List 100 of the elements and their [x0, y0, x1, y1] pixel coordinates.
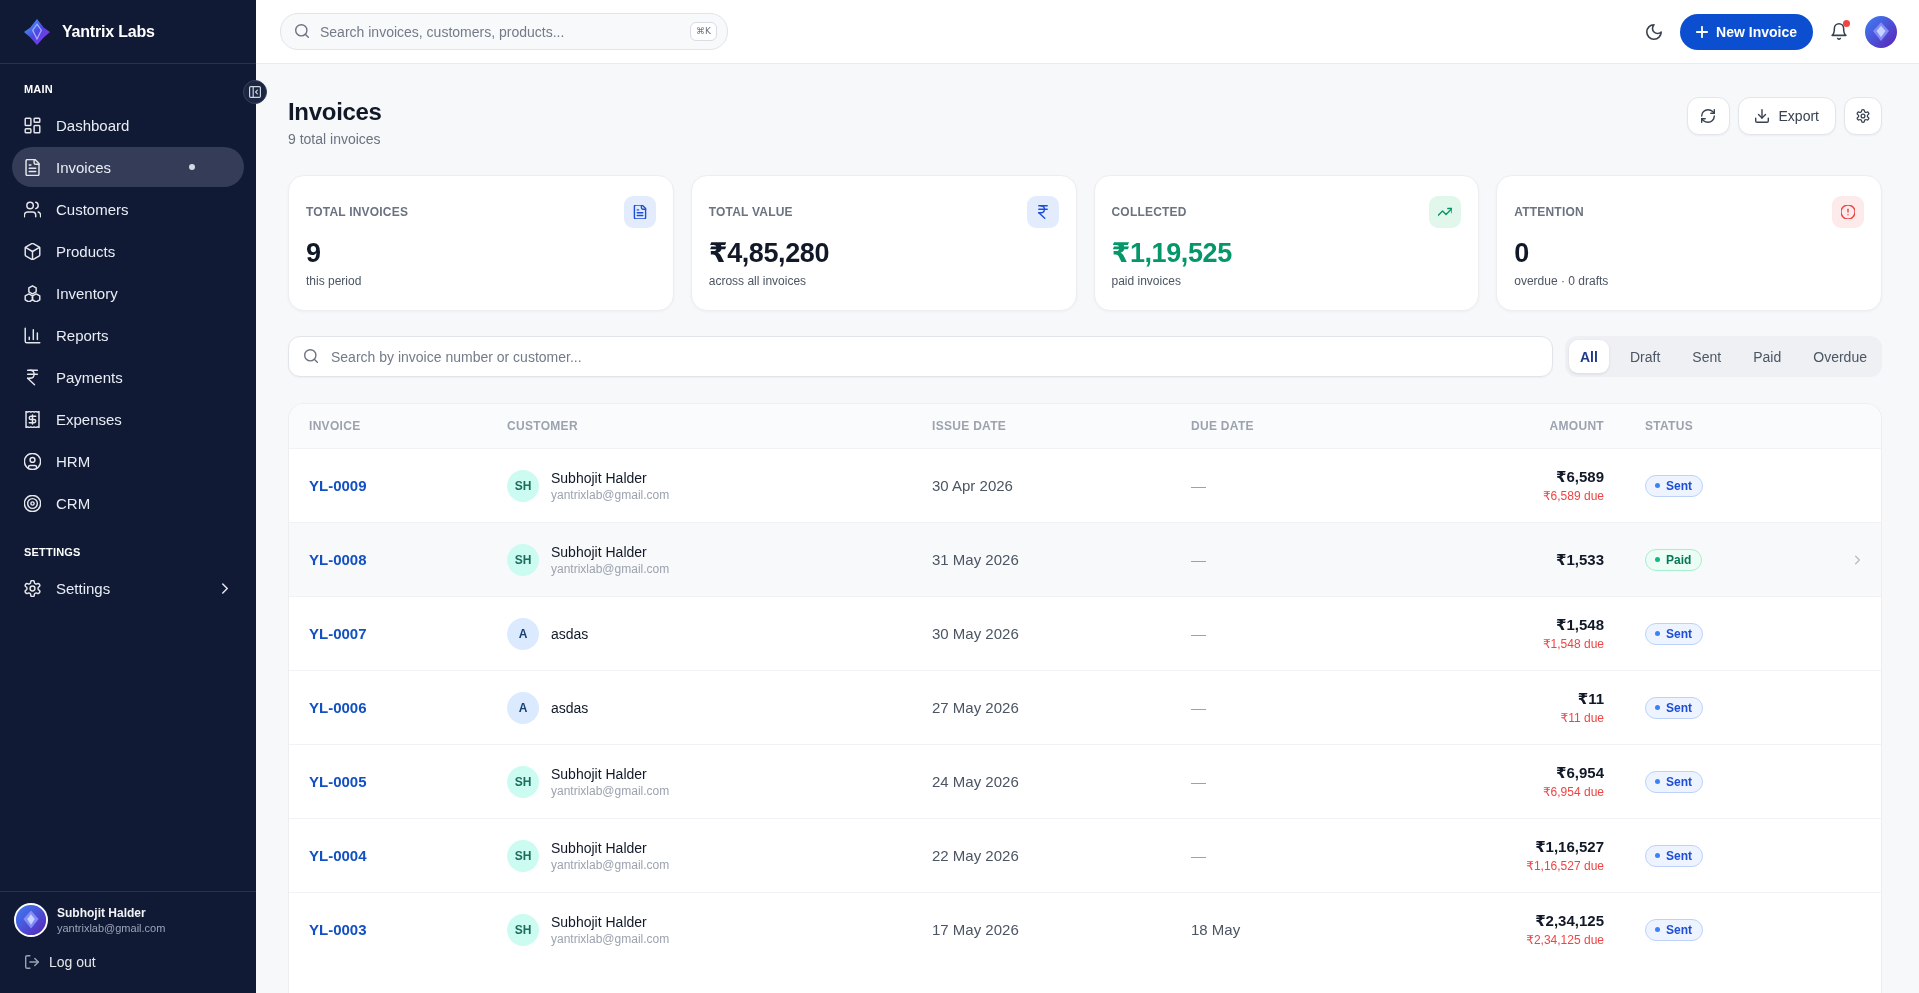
cubes-icon: [24, 284, 41, 302]
status-dot-icon: [1655, 779, 1660, 784]
balance-due: ₹6,954 due: [1542, 785, 1604, 799]
invoice-link[interactable]: YL-0007: [309, 625, 367, 642]
filter-tab[interactable]: Paid: [1742, 340, 1793, 373]
settings-button[interactable]: [1844, 97, 1882, 135]
trend-up-icon: [1429, 196, 1462, 228]
panel-icon: [249, 86, 261, 98]
nav-item[interactable]: Reports: [12, 315, 244, 355]
issue-date: 31 May 2026: [932, 551, 1019, 568]
amount: ₹6,589: [1556, 468, 1604, 486]
table-row[interactable]: YL-0008 SH Subhojit Halder yantrixlab@gmail.com 31 May 2026 — ₹1,533 Paid: [289, 522, 1881, 596]
column-header: CUSTOMER: [507, 419, 579, 433]
balance-due: ₹2,34,125 due: [1526, 933, 1604, 947]
target-icon: [24, 494, 41, 512]
invoice-link[interactable]: YL-0003: [309, 921, 367, 938]
customer-name: asdas: [551, 625, 589, 642]
avatar-icon[interactable]: [1865, 15, 1897, 48]
bar-chart-icon: [24, 326, 41, 344]
customer-name: Subhojit Halder: [551, 765, 648, 782]
rupee-icon: [1026, 196, 1059, 228]
avatar-icon[interactable]: [14, 903, 48, 937]
alert-icon: [1832, 196, 1864, 228]
stat-label: TOTAL VALUE: [708, 205, 793, 219]
status-label: Paid: [1666, 552, 1692, 567]
customer-email: yantrixlab@gmail.com: [551, 487, 670, 502]
rupee-icon: [24, 368, 41, 386]
customer-avatar: SH: [507, 765, 539, 798]
issue-date: 22 May 2026: [932, 847, 1019, 864]
status-label: Sent: [1666, 478, 1692, 493]
box-icon: [24, 242, 41, 260]
receipt-icon: [24, 410, 41, 428]
section-title: MAIN: [23, 82, 54, 97]
bell-icon: [1831, 23, 1847, 40]
nav-item[interactable]: Customers: [12, 189, 244, 229]
document-icon: [623, 196, 656, 228]
invoice-link[interactable]: YL-0006: [309, 699, 367, 716]
amount: ₹11: [1577, 690, 1604, 708]
status-label: Sent: [1666, 700, 1692, 715]
stat-note: overdue · 0 drafts: [1514, 273, 1610, 289]
column-header: INVOICE: [309, 419, 362, 433]
customer-name: Subhojit Halder: [551, 543, 648, 560]
nav-item[interactable]: Payments: [12, 357, 244, 397]
status-label: Sent: [1666, 848, 1692, 863]
invoice-link[interactable]: YL-0008: [309, 551, 367, 568]
status-label: Sent: [1666, 774, 1692, 789]
notifications-button[interactable]: [1831, 23, 1847, 40]
due-date: —: [1191, 847, 1206, 864]
stat-value: ₹1,19,525: [1111, 237, 1233, 270]
nav-item[interactable]: Expenses: [12, 399, 244, 439]
customer-email: yantrixlab@gmail.com: [551, 783, 670, 798]
stat-label: ATTENTION: [1514, 205, 1584, 219]
search-icon: [304, 349, 318, 363]
user-name: Subhojit Halder: [57, 906, 147, 920]
column-header: AMOUNT: [1548, 419, 1605, 433]
export-button[interactable]: Export: [1737, 97, 1836, 135]
customer-name: Subhojit Halder: [551, 469, 648, 486]
filter-tab[interactable]: Overdue: [1802, 340, 1878, 373]
page-title: Invoices: [288, 97, 382, 127]
due-date: —: [1191, 773, 1206, 790]
filter-tab[interactable]: Sent: [1681, 340, 1733, 373]
stat-label: COLLECTED: [1111, 205, 1187, 219]
nav-item[interactable]: Products: [12, 231, 244, 271]
stat-value: ₹4,85,280: [708, 237, 831, 270]
customer-email: yantrixlab@gmail.com: [551, 561, 670, 576]
balance-due: ₹1,16,527 due: [1526, 859, 1604, 873]
download-icon: [1754, 109, 1769, 123]
customer-avatar: SH: [507, 913, 539, 946]
issue-date: 24 May 2026: [932, 773, 1019, 790]
customer-avatar: SH: [507, 543, 539, 576]
collapse-sidebar-button[interactable]: [243, 80, 267, 104]
customer-avatar: A: [507, 691, 539, 724]
invoice-link[interactable]: YL-0009: [309, 477, 367, 494]
nav-item[interactable]: Invoices: [12, 147, 244, 187]
invoice-link[interactable]: YL-0004: [309, 847, 367, 864]
amount: ₹1,16,527: [1535, 838, 1604, 856]
status-label: Sent: [1666, 922, 1692, 937]
due-date: —: [1191, 551, 1206, 568]
nav-item[interactable]: Inventory: [12, 273, 244, 313]
nav-item[interactable]: HRM: [12, 441, 244, 481]
users-icon: [24, 200, 41, 218]
nav-item[interactable]: Settings: [12, 568, 244, 608]
document-icon: [24, 158, 41, 176]
stat-value: 9: [306, 237, 322, 270]
logout-link[interactable]: Log out: [0, 945, 256, 993]
nav-item[interactable]: Dashboard: [12, 105, 244, 145]
column-header: STATUS: [1645, 419, 1695, 433]
page-subtitle: 9 total invoices: [288, 130, 382, 148]
refresh-icon: [1701, 109, 1716, 123]
refresh-button[interactable]: [1686, 97, 1730, 135]
filter-tab[interactable]: Draft: [1618, 340, 1672, 373]
invoice-link[interactable]: YL-0005: [309, 773, 367, 790]
invoice-search-field[interactable]: Search by invoice number or customer...: [288, 336, 1553, 377]
new-invoice-button[interactable]: New Invoice: [1680, 13, 1813, 50]
balance-due: ₹11 due: [1560, 711, 1604, 725]
customer-avatar: SH: [507, 839, 539, 872]
filter-tab[interactable]: All: [1569, 340, 1609, 373]
amount: ₹6,954: [1556, 764, 1604, 782]
nav-item[interactable]: CRM: [12, 483, 244, 523]
theme-toggle[interactable]: [1646, 23, 1663, 40]
